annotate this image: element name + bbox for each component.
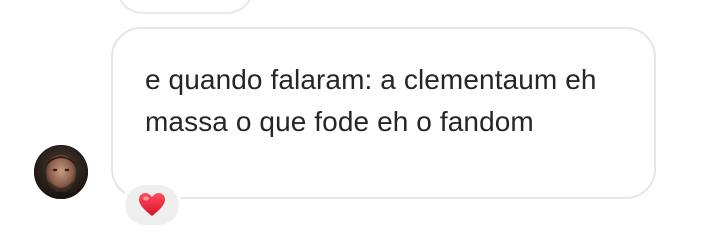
sender-avatar[interactable] <box>34 145 88 199</box>
previous-message-bubble[interactable] <box>116 0 254 14</box>
message-bubble[interactable]: e quando falaram: a clementaum eh massa … <box>111 27 656 199</box>
red-heart-icon <box>139 193 165 216</box>
message-text: e quando falaram: a clementaum eh massa … <box>145 64 597 137</box>
reaction-badge[interactable] <box>122 182 182 228</box>
avatar-photo-icon <box>34 145 88 199</box>
